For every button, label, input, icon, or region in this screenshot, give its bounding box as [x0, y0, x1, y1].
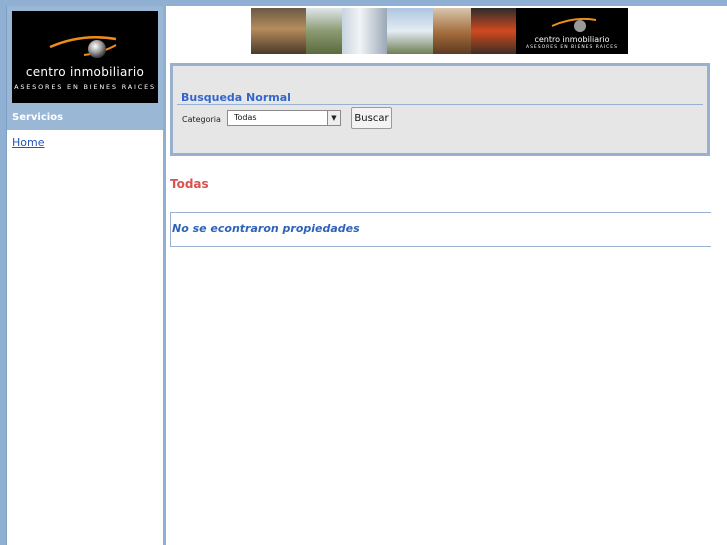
banner-photo-exterior [387, 8, 433, 54]
header-banner: centro inmobiliario ASESORES EN BIENES R… [251, 8, 628, 54]
logo-line1: centro inmobiliario [25, 65, 145, 79]
company-logo: centro inmobiliario ASESORES EN BIENES R… [12, 11, 158, 103]
results-title: Todas [170, 177, 209, 191]
search-panel: Busqueda Normal Categoria Todas ▼ Buscar [170, 63, 710, 156]
banner-photo-garden [306, 8, 342, 54]
banner-logo: centro inmobiliario ASESORES EN BIENES R… [516, 8, 628, 54]
no-results-message: No se econtraron propiedades [172, 222, 360, 235]
search-legend: Busqueda Normal [181, 91, 295, 104]
chevron-down-icon[interactable]: ▼ [327, 111, 340, 125]
sidebar-link-home[interactable]: Home [12, 136, 44, 149]
fieldset-divider [177, 104, 703, 105]
banner-photo-living-room [251, 8, 306, 54]
category-label: Categoria [182, 115, 221, 124]
results-list: No se econtraron propiedades [170, 212, 711, 247]
banner-photo-interior [433, 8, 471, 54]
sidebar-header: centro inmobiliario ASESORES EN BIENES R… [7, 6, 163, 130]
banner-swoosh-icon [551, 17, 597, 32]
sidebar-section-title: Servicios [12, 112, 64, 123]
category-selected-value: Todas [234, 113, 257, 122]
banner-photo-building [342, 8, 387, 54]
main-content: centro inmobiliario ASESORES EN BIENES R… [166, 6, 727, 545]
banner-photo-kitchen [471, 8, 516, 54]
sidebar: centro inmobiliario ASESORES EN BIENES R… [6, 6, 163, 545]
logo-line2: ASESORES EN BIENES RAICES [14, 83, 156, 91]
category-select[interactable]: Todas ▼ [227, 110, 341, 126]
banner-logo-line2: ASESORES EN BIENES RAICES [525, 45, 619, 50]
search-button[interactable]: Buscar [351, 107, 392, 129]
banner-logo-line1: centro inmobiliario [534, 35, 610, 44]
